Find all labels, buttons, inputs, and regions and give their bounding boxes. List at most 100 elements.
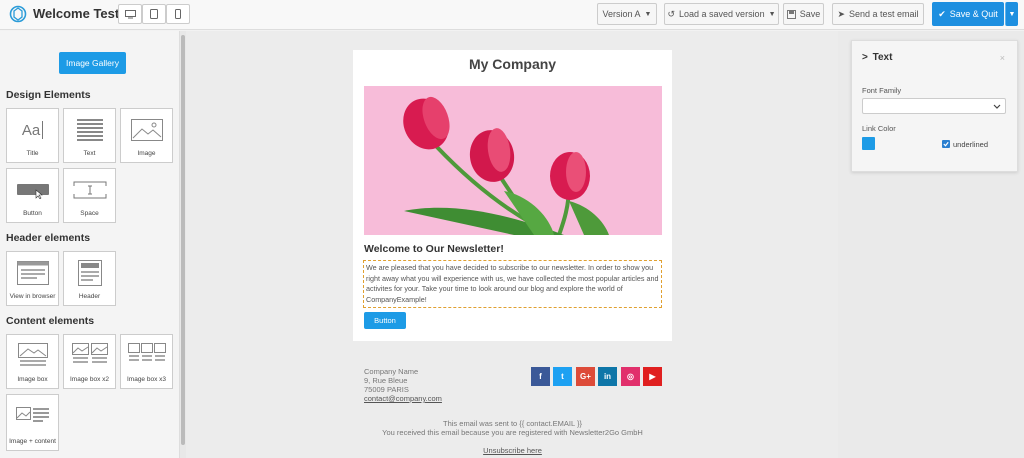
caret-down-icon: ▼ — [1008, 10, 1016, 18]
facebook-icon[interactable]: f — [531, 367, 550, 386]
email-cta-button[interactable]: Button — [364, 312, 406, 329]
instagram-icon[interactable]: ◎ — [621, 367, 640, 386]
unsubscribe-row: Unsubscribe here — [353, 446, 672, 455]
text-panel-title: > Text — [862, 52, 892, 63]
unsubscribe-link[interactable]: Unsubscribe here — [483, 446, 542, 455]
underlined-label: underlined — [953, 140, 989, 149]
newsletter-heading[interactable]: Welcome to Our Newsletter! — [364, 243, 504, 255]
underlined-checkbox[interactable] — [942, 140, 950, 148]
linkedin-icon[interactable]: in — [598, 367, 617, 386]
image-content-icon — [15, 402, 50, 430]
design-elements-heading: Design Elements — [6, 89, 91, 101]
footer-sent-to: This email was sent to {{ contact.EMAIL … — [443, 419, 582, 428]
space-element[interactable]: Space — [63, 168, 116, 223]
space-element-label: Space — [80, 210, 99, 217]
mobile-icon — [175, 9, 181, 19]
floppy-icon — [786, 9, 796, 19]
save-options-dropdown[interactable]: ▼ — [1005, 2, 1018, 26]
image-content-label: Image + content — [9, 438, 56, 445]
hero-image[interactable] — [364, 86, 662, 235]
image-box-x2-label: Image box x2 — [69, 376, 110, 383]
text-element[interactable]: Text — [63, 108, 116, 163]
header-element-label: Header — [78, 293, 101, 300]
version-label: Version A — [602, 9, 641, 19]
font-family-select[interactable] — [862, 98, 1006, 114]
load-version-dropdown[interactable]: ↺ Load a saved version ▼ — [664, 3, 779, 25]
image-box-x3-element[interactable]: Image box x3 — [120, 334, 173, 389]
youtube-icon[interactable]: ▶ — [643, 367, 662, 386]
link-color-swatch[interactable] — [862, 137, 875, 150]
header-elements-heading: Header elements — [6, 232, 91, 244]
image-box-x3-icon — [127, 342, 166, 370]
send-test-label: Send a test email — [849, 9, 919, 19]
title-glyph: Aa — [21, 121, 41, 139]
mobile-view-button[interactable] — [166, 4, 190, 24]
newsletter-body-text[interactable]: We are pleased that you have decided to … — [363, 260, 662, 308]
header-layout-icon — [77, 259, 102, 287]
load-version-label: Load a saved version — [679, 9, 765, 19]
image-box-x2-element[interactable]: Image box x2 — [63, 334, 116, 389]
image-element-label: Image — [137, 150, 156, 157]
save-and-quit-button[interactable]: ✔ Save & Quit — [932, 2, 1004, 26]
send-test-email-button[interactable]: ➤ Send a test email — [832, 3, 924, 25]
save-quit-label: Save & Quit — [949, 9, 998, 19]
chevron-right-icon: > — [862, 52, 868, 63]
twitter-icon[interactable]: t — [553, 367, 572, 386]
image-icon — [130, 116, 163, 144]
sidebar-scrollbar-thumb[interactable] — [181, 35, 185, 445]
company-city: 75009 PARIS — [364, 385, 409, 394]
browser-window-icon — [16, 259, 49, 287]
email-body: My Company Welcome to Our Newsletter! We… — [353, 50, 672, 341]
company-name: Company Name — [364, 367, 419, 376]
tablet-icon — [150, 9, 158, 19]
image-box-x2-icon — [71, 342, 108, 370]
caret-down-icon: ▼ — [644, 10, 652, 18]
button-element[interactable]: Button — [6, 168, 59, 223]
title-element[interactable]: Aa Title — [6, 108, 59, 163]
title-element-label: Title — [26, 150, 39, 157]
button-element-label: Button — [23, 210, 42, 217]
check-icon — [943, 141, 949, 147]
check-icon: ✔ — [938, 8, 946, 19]
image-box-element[interactable]: Image box — [6, 334, 59, 389]
version-dropdown[interactable]: Version A ▼ — [597, 3, 657, 25]
font-family-label: Font Family — [862, 86, 902, 95]
text-element-label: Text — [83, 150, 96, 157]
company-title[interactable]: My Company — [353, 56, 672, 72]
text-properties-panel: > Text × Font Family Link Color underlin… — [851, 40, 1018, 172]
image-box-icon — [17, 342, 48, 370]
spacer-icon — [73, 176, 107, 204]
desktop-view-button[interactable] — [118, 4, 142, 24]
save-button[interactable]: Save — [783, 3, 824, 25]
link-color-label: Link Color — [862, 124, 896, 133]
close-icon[interactable]: × — [1000, 53, 1005, 63]
text-panel-title-label: Text — [872, 52, 893, 63]
image-element[interactable]: Image — [120, 108, 173, 163]
paper-plane-icon: ➤ — [837, 8, 845, 19]
history-icon: ↺ — [667, 8, 676, 19]
text-lines-icon — [76, 116, 103, 144]
view-in-browser-label: View in browser — [9, 293, 56, 300]
tulips-illustration — [364, 86, 662, 235]
image-gallery-button[interactable]: Image Gallery — [59, 52, 126, 74]
title-icon: Aa — [21, 116, 44, 144]
top-toolbar: Welcome Test Version A ▼ ↺ Load a saved … — [0, 0, 1024, 30]
desktop-icon — [124, 9, 136, 18]
header-element[interactable]: Header — [63, 251, 116, 306]
image-box-x3-label: Image box x3 — [126, 376, 167, 383]
company-address: Company Name 9, Rue Bleue 75009 PARIS co… — [364, 367, 442, 403]
app-logo-icon — [9, 5, 27, 23]
view-in-browser-element[interactable]: View in browser — [6, 251, 59, 306]
caret-down-icon: ▼ — [768, 10, 776, 18]
tablet-view-button[interactable] — [142, 4, 166, 24]
google-plus-icon[interactable]: G+ — [576, 367, 595, 386]
content-elements-heading: Content elements — [6, 315, 95, 327]
image-content-element[interactable]: Image + content — [6, 394, 59, 451]
image-box-label: Image box — [17, 376, 48, 383]
chevron-down-icon — [993, 104, 1001, 109]
save-label: Save — [799, 9, 821, 19]
company-street: 9, Rue Bleue — [364, 376, 408, 385]
campaign-title: Welcome Test — [33, 6, 120, 21]
elements-sidebar: Image Gallery Design Elements Aa Title T… — [0, 31, 180, 458]
contact-email-link[interactable]: contact@company.com — [364, 394, 442, 403]
